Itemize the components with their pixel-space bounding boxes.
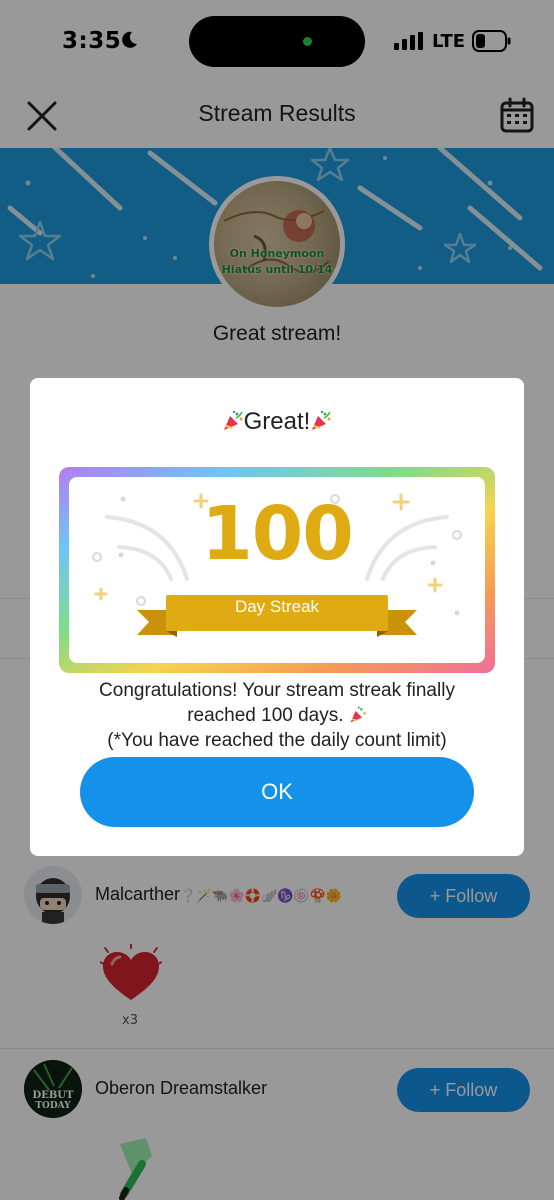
- streak-badge: 100 Day Streak: [59, 467, 495, 673]
- dialog-message-line2: reached 100 days.: [187, 705, 344, 726]
- dialog-message: Congratulations! Your stream streak fina…: [40, 678, 514, 753]
- streak-number: 100: [201, 491, 353, 577]
- party-popper-icon: [223, 410, 243, 430]
- streak-dialog: Great! 100 Day Streak Congratulations! Y…: [30, 378, 524, 856]
- party-popper-icon: [350, 706, 366, 723]
- dialog-title: Great!: [30, 408, 524, 436]
- dialog-message-line1: Congratulations! Your stream streak fina…: [99, 680, 455, 701]
- ok-button[interactable]: OK: [80, 757, 474, 827]
- dialog-title-text: Great!: [243, 408, 311, 435]
- dialog-message-line3: (*You have reached the daily count limit…: [107, 730, 447, 751]
- party-popper-icon: [312, 410, 332, 430]
- streak-label: Day Streak: [234, 597, 320, 616]
- dialog-message-line2-wrap: reached 100 days.: [40, 703, 514, 728]
